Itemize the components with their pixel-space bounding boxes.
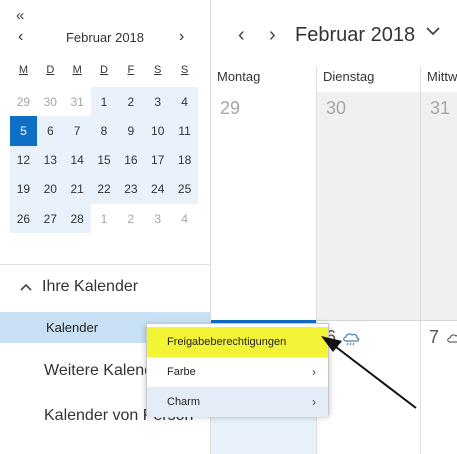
- day-header-label: Mittwoch: [427, 69, 457, 84]
- day-number: 29: [220, 98, 241, 118]
- mini-calendar-day[interactable]: 20: [36, 174, 64, 204]
- mini-calendar-title: Februar 2018: [65, 30, 145, 45]
- mini-calendar-day-selected[interactable]: 5: [10, 116, 37, 146]
- weekday-label: S: [180, 64, 189, 76]
- rain-cloud-icon: [343, 333, 360, 346]
- mini-calendar-week: 19 20 21 22 23 24 25: [10, 174, 199, 204]
- mini-calendar-day[interactable]: 15: [90, 145, 118, 175]
- day-number: 30: [326, 98, 347, 118]
- cloud-icon: [447, 334, 457, 343]
- color-menu-item[interactable]: Farbe ›: [147, 357, 328, 387]
- section-label: Ihre Kalender: [42, 278, 139, 295]
- mini-calendar-day[interactable]: 13: [36, 145, 64, 175]
- sharing-permissions-menu-item[interactable]: Freigabeberechtigungen: [147, 327, 328, 357]
- mini-calendar-day[interactable]: 21: [63, 174, 91, 204]
- mini-calendar-day[interactable]: 4: [171, 204, 199, 234]
- next-month-button[interactable]: ›: [269, 24, 276, 46]
- chevron-down-icon[interactable]: [426, 26, 440, 36]
- mini-calendar-day[interactable]: 6: [36, 116, 64, 146]
- mini-calendar-day[interactable]: 3: [144, 204, 172, 234]
- weekday-label: D: [100, 64, 108, 76]
- day-header: Dienstag: [316, 66, 420, 92]
- day-cell[interactable]: 31: [420, 92, 457, 320]
- mini-calendar-day[interactable]: 27: [36, 204, 64, 234]
- mini-calendar-day[interactable]: 17: [144, 145, 172, 175]
- month-title[interactable]: Februar 2018: [295, 24, 415, 47]
- calendar-item-label: Kalender: [46, 320, 99, 335]
- mini-calendar-week: 29 30 31 1 2 3 4: [10, 87, 199, 117]
- day-cell[interactable]: 6: [316, 321, 420, 454]
- weekday-label: F: [127, 64, 135, 76]
- mini-calendar-day[interactable]: 16: [117, 145, 145, 175]
- your-calendars-section[interactable]: Ihre Kalender: [20, 278, 138, 296]
- charm-menu-item[interactable]: Charm ›: [147, 387, 328, 417]
- mini-calendar-prev-button[interactable]: ‹: [18, 28, 23, 46]
- mini-calendar-day[interactable]: 31: [63, 87, 91, 117]
- mini-calendar-day[interactable]: 22: [90, 174, 118, 204]
- day-number: 7: [429, 327, 440, 347]
- mini-calendar-weekdays: M D M D F S S: [10, 64, 198, 84]
- mini-calendar-next-button[interactable]: ›: [179, 28, 184, 46]
- mini-calendar-day[interactable]: 14: [63, 145, 91, 175]
- day-cell[interactable]: 30: [316, 92, 420, 320]
- weekday-label: M: [18, 64, 29, 76]
- chevron-right-icon: ›: [312, 395, 316, 409]
- chevron-right-icon: ›: [312, 365, 316, 379]
- mini-calendar-day[interactable]: 18: [171, 145, 199, 175]
- mini-calendar-day[interactable]: 1: [90, 204, 118, 234]
- day-number: 31: [430, 98, 451, 118]
- mini-calendar-day[interactable]: 30: [36, 87, 64, 117]
- weekday-label: D: [46, 64, 55, 76]
- weekday-label: M: [72, 64, 82, 76]
- mini-calendar-day[interactable]: 12: [10, 145, 37, 175]
- mini-calendar-week: 5 6 7 8 9 10 11: [10, 116, 199, 146]
- mini-calendar-week: 26 27 28 1 2 3 4: [10, 204, 199, 234]
- collapse-icon[interactable]: «: [16, 8, 24, 24]
- mini-calendar-day[interactable]: 25: [171, 174, 199, 204]
- mini-calendar-day[interactable]: 8: [90, 116, 118, 146]
- chevron-up-icon: [20, 283, 32, 291]
- mini-calendar-day[interactable]: 24: [144, 174, 172, 204]
- mini-calendar-day[interactable]: 19: [10, 174, 37, 204]
- mini-calendar-day[interactable]: 9: [117, 116, 145, 146]
- mini-calendar-week: 12 13 14 15 16 17 18: [10, 145, 199, 175]
- mini-calendar-day[interactable]: 11: [171, 116, 199, 146]
- mini-calendar-day[interactable]: 29: [10, 87, 37, 117]
- menu-item-label: Charm: [167, 396, 201, 408]
- day-header: Mittwoch: [420, 66, 457, 92]
- day-cell[interactable]: 7: [420, 321, 457, 454]
- mini-calendar-day[interactable]: 2: [117, 204, 145, 234]
- menu-item-label: Freigabeberechtigungen: [167, 336, 287, 348]
- prev-month-button[interactable]: ‹: [238, 24, 245, 46]
- mini-calendar-grid: 29 30 31 1 2 3 4 5 6 7 8 9 10 11 12 13 1…: [10, 87, 199, 234]
- day-header: Montag: [211, 66, 316, 92]
- day-header-label: Dienstag: [323, 69, 375, 84]
- mini-calendar-day[interactable]: 28: [63, 204, 91, 234]
- mini-calendar-day[interactable]: 26: [10, 204, 37, 234]
- mini-calendar-day[interactable]: 23: [117, 174, 145, 204]
- sidebar-divider: [0, 264, 210, 265]
- day-cell[interactable]: 29: [211, 92, 316, 320]
- menu-item-label: Farbe: [167, 366, 196, 378]
- mini-calendar-day[interactable]: 10: [144, 116, 172, 146]
- mini-calendar-day[interactable]: 1: [90, 87, 118, 117]
- day-header-label: Montag: [217, 69, 261, 84]
- context-menu: Freigabeberechtigungen Farbe › Charm ›: [146, 323, 329, 417]
- mini-calendar-day[interactable]: 4: [171, 87, 199, 117]
- mini-calendar-day[interactable]: 3: [144, 87, 172, 117]
- mini-calendar-day[interactable]: 2: [117, 87, 145, 117]
- weekday-label: S: [154, 64, 162, 76]
- mini-calendar-day[interactable]: 7: [63, 116, 91, 146]
